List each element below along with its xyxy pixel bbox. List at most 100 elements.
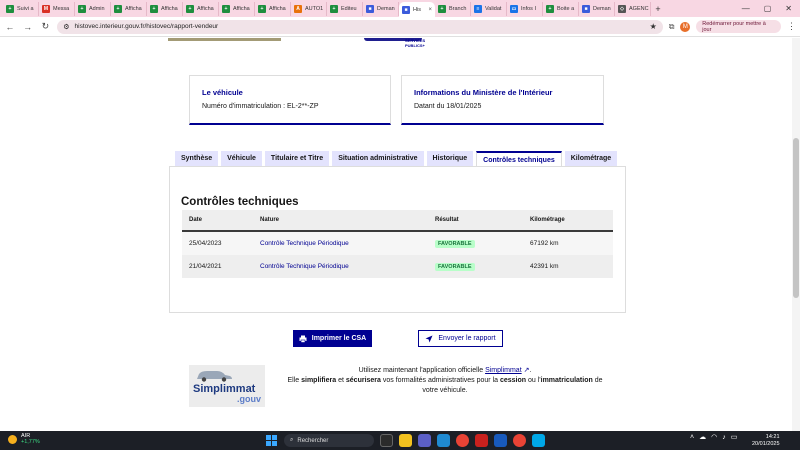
browser-tab[interactable]: + Suivi a	[3, 1, 39, 16]
browser-tab[interactable]: ■ Deman	[579, 1, 615, 16]
site-info-icon[interactable]: ⚙	[63, 23, 69, 31]
bookmark-star-icon[interactable]: ★	[650, 22, 657, 31]
pinned-apps	[380, 434, 545, 447]
skype-icon[interactable]	[532, 434, 545, 447]
profile-avatar[interactable]: M	[680, 21, 691, 32]
tab-situation-administrative[interactable]: Situation administrative	[332, 151, 424, 166]
address-bar[interactable]: ⚙ histovec.interieur.gouv.fr/histovec/ra…	[57, 19, 663, 34]
chrome-active-icon[interactable]	[513, 434, 526, 447]
report-tabs: Synthèse Véhicule Titulaire et Titre Situat…	[175, 151, 618, 167]
tab-label: Afficha	[269, 5, 286, 12]
row-mileage: 67192 km	[530, 240, 559, 247]
tab-kilometrage[interactable]: Kilométrage	[564, 151, 618, 166]
tab-favicon-icon: +	[114, 4, 122, 13]
vehicle-card: Le véhicule Numéro d'immatriculation : E…	[189, 75, 391, 125]
ministry-date: Datant du 18/01/2025	[414, 103, 482, 110]
restart-update-button[interactable]: Redémarrer pour mettre à jour	[696, 20, 781, 33]
extensions-icon[interactable]: ⧉	[669, 22, 675, 32]
column-header-date: Date	[189, 217, 203, 223]
maximize-icon[interactable]: ▢	[764, 4, 772, 13]
tab-favicon-icon: +	[258, 4, 266, 13]
system-tray: ˄ ☁ ◠ ♪ ▭	[690, 433, 738, 442]
tab-titulaire-et-titre[interactable]: Titulaire et Titre	[264, 151, 330, 166]
tab-favicon-icon: +	[150, 4, 158, 13]
browser-tab[interactable]: + Boite a	[543, 1, 579, 16]
task-view-icon[interactable]	[380, 434, 393, 447]
browser-tab[interactable]: ≡ Validat	[471, 1, 507, 16]
tab-favicon-icon: M	[42, 4, 50, 13]
new-tab-button[interactable]: +	[651, 4, 665, 14]
reload-icon[interactable]: ↻	[40, 21, 52, 33]
volume-icon[interactable]: ♪	[722, 434, 726, 441]
column-header-nature: Nature	[260, 217, 280, 223]
browser-tab[interactable]: A AUTO1	[291, 1, 327, 16]
windows-start-icon[interactable]	[266, 435, 277, 446]
browser-toolbar: ← → ↻ ⚙ histovec.interieur.gouv.fr/histo…	[0, 17, 800, 37]
minimize-icon[interactable]: —	[742, 4, 750, 13]
tab-favicon-icon: +	[186, 4, 194, 13]
taskbar: AIR +1,77% ⌕ Rechercher ˄ ☁ ◠ ♪ ▭ 14:21 …	[0, 431, 800, 450]
cloud-icon[interactable]: ☁	[699, 433, 706, 441]
tab-synthese[interactable]: Synthèse	[175, 151, 219, 166]
tab-favicon-icon: ◇	[618, 4, 626, 13]
page-scrollbar[interactable]	[792, 38, 800, 431]
tab-favicon-icon: ■	[402, 5, 410, 14]
table-header: Date Nature Résultat Kilométrage	[182, 210, 613, 232]
browser-tab[interactable]: ■ Deman	[363, 1, 399, 16]
url-text: histovec.interieur.gouv.fr/histovec/rapp…	[74, 23, 219, 30]
print-csa-button[interactable]: Imprimer le CSA	[293, 330, 372, 347]
browser-tab[interactable]: + Admin	[75, 1, 111, 16]
browser-tab[interactable]: M Messa	[39, 1, 75, 16]
teams-icon[interactable]	[418, 434, 431, 447]
simplimmat-promo: Utilisez maintenant l'application offici…	[287, 367, 603, 394]
clock[interactable]: 14:21 20/01/2025	[752, 434, 780, 447]
tab-favicon-icon: +	[438, 4, 446, 13]
controls-panel: Contrôles techniques Date Nature Résulta…	[169, 166, 626, 313]
browser-tab[interactable]: ▭ Infos I	[507, 1, 543, 16]
tab-favicon-icon: A	[294, 4, 302, 13]
file-explorer-icon[interactable]	[399, 434, 412, 447]
word-icon[interactable]	[494, 434, 507, 447]
services-publics-logo: SERVICES PUBLICS+	[405, 38, 426, 48]
wifi-icon[interactable]: ◠	[711, 433, 717, 441]
chrome-icon[interactable]	[456, 434, 469, 447]
tab-label: Afficha	[125, 5, 142, 12]
tab-favicon-icon: +	[6, 4, 14, 13]
browser-tab[interactable]: + Editeu	[327, 1, 363, 16]
column-header-result: Résultat	[435, 217, 459, 223]
browser-tab[interactable]: + Afficha	[183, 1, 219, 16]
close-window-icon[interactable]: ✕	[785, 4, 792, 13]
market-widget[interactable]: AIR +1,77%	[8, 433, 40, 445]
back-icon[interactable]: ←	[4, 21, 16, 33]
browser-tab[interactable]: + Afficha	[219, 1, 255, 16]
taskbar-search[interactable]: ⌕ Rechercher	[284, 434, 374, 447]
tab-controles-techniques[interactable]: Contrôles techniques	[476, 151, 562, 167]
browser-tab[interactable]: + Branch	[435, 1, 471, 16]
browser-tab[interactable]: + Afficha	[255, 1, 291, 16]
car-icon	[197, 371, 232, 382]
simplimmat-link[interactable]: Simplimmat	[485, 367, 522, 374]
browser-tab[interactable]: ◇ AGENC	[615, 1, 651, 16]
tab-historique[interactable]: Historique	[426, 151, 474, 166]
tab-label: His	[413, 6, 421, 13]
browser-tab[interactable]: ■ His ×	[399, 2, 435, 17]
acrobat-icon[interactable]	[475, 434, 488, 447]
close-tab-icon[interactable]: ×	[428, 7, 432, 13]
battery-icon[interactable]: ▭	[731, 433, 738, 441]
row-nature: Contrôle Technique Périodique	[260, 240, 349, 247]
tab-label: Infos I	[521, 5, 536, 12]
ministry-card: Informations du Ministère de l'Intérieur…	[401, 75, 604, 125]
scrollbar-thumb[interactable]	[793, 138, 799, 298]
browser-tab[interactable]: + Afficha	[111, 1, 147, 16]
browser-tab[interactable]: + Afficha	[147, 1, 183, 16]
send-report-button[interactable]: Envoyer le rapport	[418, 330, 503, 347]
tab-vehicule[interactable]: Véhicule	[221, 151, 262, 166]
browser-menu-icon[interactable]: ⋮	[787, 21, 796, 32]
printer-icon	[299, 335, 307, 343]
chevron-up-icon[interactable]: ˄	[690, 434, 694, 441]
forward-icon[interactable]: →	[22, 21, 34, 33]
simplimmat-logo[interactable]: Simplimmat .gouv	[189, 365, 265, 407]
edge-icon[interactable]	[437, 434, 450, 447]
tab-list: + Suivi a M Messa + Admin + Afficha + Afficha + Aff…	[3, 0, 651, 17]
tab-label: Afficha	[197, 5, 214, 12]
